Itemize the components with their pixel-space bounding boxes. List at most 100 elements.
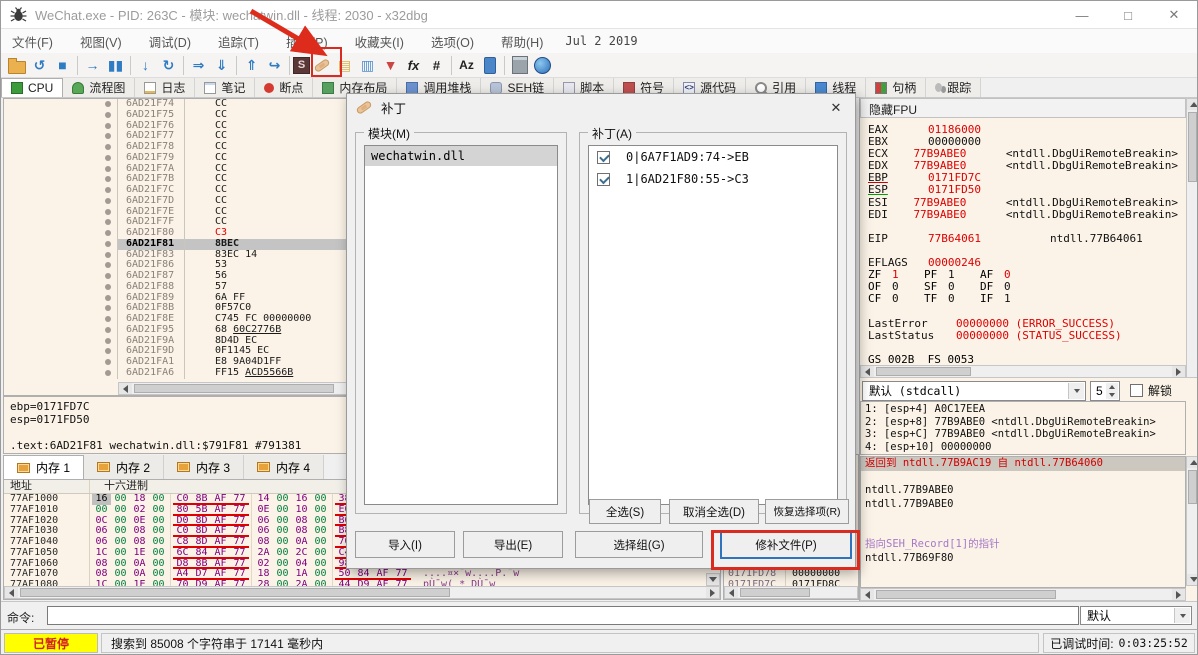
- open-file-icon[interactable]: [5, 54, 28, 77]
- execute-till-return-icon[interactable]: ⇑: [240, 54, 263, 77]
- calling-convention-select[interactable]: 默认 (stdcall): [862, 380, 1086, 401]
- breakpoint-dot-icon[interactable]: [105, 176, 111, 183]
- scroll-right-icon[interactable]: [706, 587, 719, 598]
- register-row[interactable]: [868, 245, 1178, 257]
- breakpoint-dot-icon[interactable]: [105, 251, 111, 258]
- breakpoint-dot-icon[interactable]: [105, 154, 111, 161]
- tab-log[interactable]: 日志: [135, 78, 196, 97]
- menu-item[interactable]: 帮助(H): [490, 29, 554, 54]
- select-all-button[interactable]: 全选(S): [589, 499, 661, 524]
- select-group-button[interactable]: 选择组(G): [575, 531, 703, 558]
- patch-file-button[interactable]: 修补文件(P): [720, 530, 852, 559]
- register-row[interactable]: EDI 77B9ABE0 <ntdll.DbgUiRemoteBreakin>: [868, 208, 1178, 221]
- run-to-user-code-icon[interactable]: ↪: [263, 54, 286, 77]
- breakpoint-dot-icon[interactable]: [105, 369, 111, 376]
- breakpoint-dot-icon[interactable]: [105, 337, 111, 344]
- breakpoint-dot-icon[interactable]: [105, 359, 111, 365]
- step-into-icon[interactable]: ↓: [134, 54, 157, 77]
- labels-icon[interactable]: ▥: [356, 54, 379, 77]
- command-profile-select[interactable]: 默认: [1080, 606, 1192, 625]
- comments-icon[interactable]: ▤: [333, 54, 356, 77]
- breakpoint-dot-icon[interactable]: [105, 294, 111, 301]
- breakpoint-dot-icon[interactable]: [105, 101, 111, 107]
- register-row[interactable]: OF 0 SF 0 DF 0: [868, 281, 1178, 293]
- functions-icon[interactable]: fx: [402, 54, 425, 77]
- phone-icon[interactable]: [478, 54, 501, 77]
- register-row[interactable]: EIP 77B64061 ntdll.77B64061: [868, 232, 1178, 245]
- breakpoint-dot-icon[interactable]: [105, 197, 111, 204]
- scroll-up-icon[interactable]: [1187, 457, 1197, 468]
- registers-vscrollbar[interactable]: [1186, 98, 1197, 378]
- register-row[interactable]: CF 0 TF 0 IF 1: [868, 293, 1178, 305]
- step-over-icon[interactable]: ↻: [157, 54, 180, 77]
- tab-graph[interactable]: 流程图: [63, 78, 136, 97]
- close-button[interactable]: ✕: [1151, 1, 1197, 29]
- register-row[interactable]: [868, 305, 1178, 317]
- scylla-icon[interactable]: S: [293, 56, 310, 74]
- export-button[interactable]: 导出(E): [463, 531, 563, 558]
- menu-item[interactable]: 插件(P): [275, 29, 339, 54]
- breakpoint-dot-icon[interactable]: [105, 219, 111, 226]
- minimize-button[interactable]: —: [1059, 1, 1105, 29]
- menu-item[interactable]: 选项(O): [420, 29, 485, 54]
- maximize-button[interactable]: □: [1105, 1, 1151, 29]
- patch-item[interactable]: 0|6A7F1AD9:74->EB: [589, 146, 837, 168]
- breakpoint-dot-icon[interactable]: [105, 111, 111, 118]
- patch-icon[interactable]: [310, 54, 333, 77]
- deselect-all-button[interactable]: 取消全选(D): [669, 499, 759, 524]
- register-row[interactable]: EAX 01186000: [868, 123, 1178, 136]
- menu-item[interactable]: 调试(D): [138, 29, 202, 54]
- scroll-up-icon[interactable]: [1187, 99, 1197, 110]
- patch-checkbox[interactable]: [597, 172, 610, 186]
- patch-checkbox[interactable]: [597, 150, 610, 164]
- breakpoint-dot-icon[interactable]: [105, 283, 111, 290]
- register-row[interactable]: ZF 1 PF 1 AF 0: [868, 269, 1178, 281]
- memory-tab-1[interactable]: 内存 1: [3, 455, 85, 479]
- module-item[interactable]: wechatwin.dll: [365, 146, 557, 166]
- unlock-checkbox[interactable]: [1130, 384, 1143, 397]
- tab-trace[interactable]: 跟踪: [926, 78, 982, 97]
- scroll-left-icon[interactable]: [725, 587, 738, 598]
- breakpoint-dot-icon[interactable]: [105, 273, 111, 279]
- breakpoint-dot-icon[interactable]: [105, 144, 111, 150]
- scroll-left-icon[interactable]: [861, 366, 874, 377]
- tab-breakpoints[interactable]: 断点: [255, 78, 314, 97]
- checksum-icon[interactable]: #: [425, 54, 448, 77]
- menu-item[interactable]: 文件(F): [1, 29, 64, 54]
- strings-icon[interactable]: Az: [455, 54, 478, 77]
- globe-icon[interactable]: [531, 54, 554, 77]
- step-down-icon[interactable]: ⇓: [210, 54, 233, 77]
- breakpoint-dot-icon[interactable]: [105, 187, 111, 193]
- patch-item[interactable]: 1|6AD21F80:55->C3: [589, 168, 837, 190]
- breakpoint-dot-icon[interactable]: [105, 305, 111, 312]
- memory-tab-2[interactable]: 内存 2: [84, 455, 165, 479]
- spin-up-icon[interactable]: [1106, 382, 1118, 391]
- spin-down-icon[interactable]: [1106, 390, 1118, 399]
- scroll-left-icon[interactable]: [119, 383, 132, 394]
- breakpoint-dot-icon[interactable]: [105, 165, 111, 172]
- stack-hscrollbar[interactable]: [724, 586, 858, 599]
- restart-icon[interactable]: ↺: [28, 54, 51, 77]
- hide-fpu-button[interactable]: 隐藏FPU: [860, 98, 1186, 118]
- scroll-right-icon[interactable]: [1172, 589, 1185, 600]
- tab-handles[interactable]: 句柄: [866, 78, 927, 97]
- breakpoint-dot-icon[interactable]: [105, 348, 111, 355]
- breakpoint-dot-icon[interactable]: [105, 230, 111, 236]
- register-row[interactable]: [868, 342, 1178, 354]
- breakpoint-dot-icon[interactable]: [105, 133, 111, 140]
- tab-notes[interactable]: 笔记: [195, 78, 256, 97]
- register-row[interactable]: EDX 77B9ABE0 <ntdll.DbgUiRemoteBreakin>: [868, 160, 1178, 172]
- command-input[interactable]: [47, 606, 1079, 625]
- run-icon[interactable]: →: [81, 54, 104, 77]
- breakpoint-dot-icon[interactable]: [105, 122, 111, 129]
- menu-item[interactable]: 追踪(T): [207, 29, 270, 54]
- run-until-icon[interactable]: ⇒: [187, 54, 210, 77]
- scroll-left-icon[interactable]: [5, 587, 18, 598]
- call-info-panel[interactable]: 返回到 ntdll.77B9AC19 自 ntdll.77B64060 ntdll…: [860, 456, 1186, 588]
- breakpoint-dot-icon[interactable]: [105, 240, 111, 247]
- argument-depth-stepper[interactable]: 5: [1090, 380, 1120, 401]
- register-row[interactable]: LastStatus 00000000 (STATUS_SUCCESS): [868, 329, 1178, 342]
- menu-item[interactable]: 收藏夹(I): [344, 29, 415, 54]
- dump-hscrollbar[interactable]: [4, 586, 720, 599]
- restore-selection-button[interactable]: 恢复选择项(R): [765, 499, 849, 524]
